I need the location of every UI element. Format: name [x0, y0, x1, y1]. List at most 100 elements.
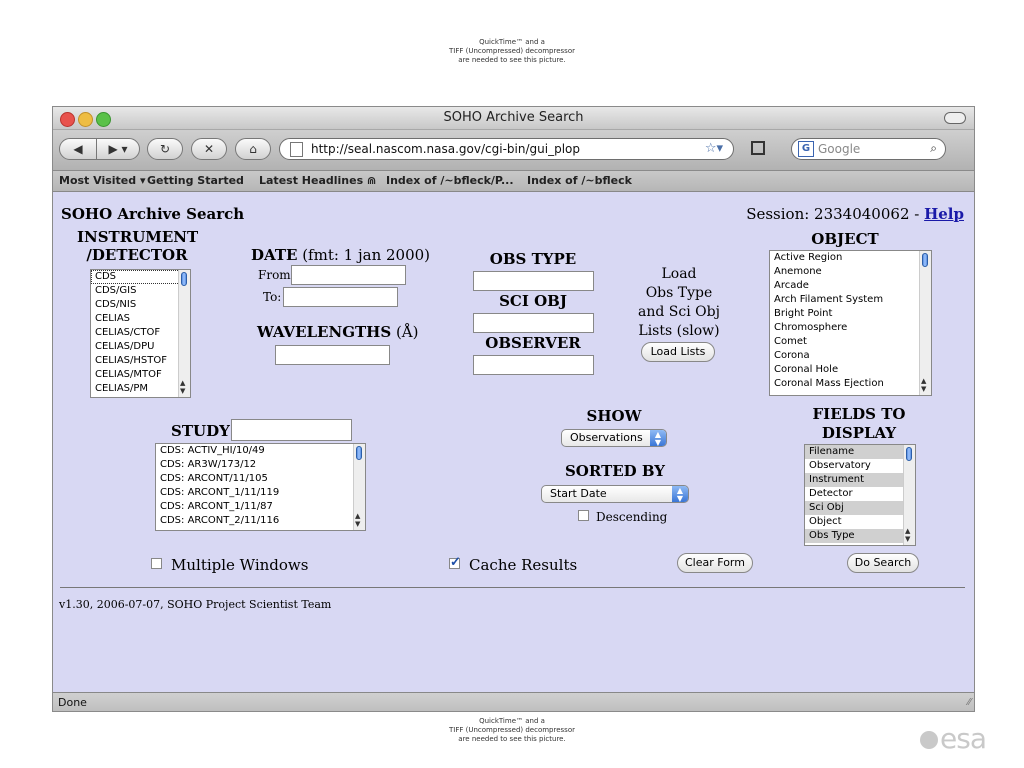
- study-listbox[interactable]: CDS: ACTIV_HI/10/49 CDS: AR3W/173/12 CDS…: [155, 443, 366, 531]
- bookmark-most-visited[interactable]: Most Visited ▾: [59, 174, 146, 187]
- back-button[interactable]: ◀: [59, 138, 97, 160]
- scroll-down-arrow-icon[interactable]: ▼: [905, 536, 910, 543]
- object-listbox[interactable]: Active Region Anemone Arcade Arch Filame…: [769, 250, 932, 396]
- bookmark-latest-headlines[interactable]: Latest Headlines ⋒: [259, 174, 376, 187]
- obs-type-heading: OBS TYPE: [489, 250, 577, 268]
- list-item[interactable]: Sci Obj: [805, 501, 915, 515]
- scroll-up-arrow-icon[interactable]: ▲: [905, 528, 910, 535]
- bookmark-index-bfleck[interactable]: Index of /~bfleck: [527, 174, 632, 187]
- list-item[interactable]: Chromosphere: [770, 321, 931, 335]
- scroll-down-arrow-icon[interactable]: ▼: [921, 386, 926, 393]
- list-item[interactable]: Instrument: [805, 473, 915, 487]
- sci-obj-input[interactable]: [473, 313, 594, 333]
- status-text: Done: [58, 696, 87, 709]
- wavelengths-input[interactable]: [275, 345, 390, 365]
- reload-button[interactable]: ↻: [147, 138, 183, 160]
- list-item[interactable]: Object: [805, 515, 915, 529]
- list-item[interactable]: CDS/NIS: [91, 298, 190, 312]
- scroll-down-arrow-icon[interactable]: ▼: [355, 521, 360, 528]
- home-button[interactable]: ⌂: [235, 138, 271, 160]
- scroll-thumb[interactable]: [181, 272, 187, 286]
- search-bar[interactable]: G Google ⌕: [791, 138, 946, 160]
- toolbar-toggle-button[interactable]: [944, 112, 966, 124]
- date-from-input[interactable]: [291, 265, 406, 285]
- list-item[interactable]: CDS: ARCONT_2/11/116: [156, 514, 365, 528]
- show-select[interactable]: Observations ▲ ▼: [561, 429, 667, 447]
- list-item[interactable]: CDS/GIS: [91, 284, 190, 298]
- search-icon[interactable]: ⌕: [930, 141, 937, 156]
- from-label: From:: [258, 268, 295, 282]
- scrollbar[interactable]: ▲ ▼: [353, 444, 365, 530]
- list-item[interactable]: Arch Filament System: [770, 293, 931, 307]
- scroll-down-arrow-icon[interactable]: ▼: [180, 388, 185, 395]
- resize-grip-icon[interactable]: ⁄⁄: [968, 697, 971, 708]
- list-item[interactable]: CELIAS/MTOF: [91, 368, 190, 382]
- list-item[interactable]: Comet: [770, 335, 931, 349]
- list-item[interactable]: Coronal Hole: [770, 363, 931, 377]
- list-item[interactable]: Coronal Mass Ejection: [770, 377, 931, 391]
- list-item[interactable]: Active Region: [770, 251, 931, 265]
- esa-logo: esa: [920, 722, 987, 755]
- scroll-thumb[interactable]: [906, 447, 912, 461]
- bookmark-star-icon[interactable]: ☆▾: [705, 141, 723, 156]
- list-item[interactable]: CDS: ACTIV_HI/10/49: [156, 444, 365, 458]
- scroll-up-arrow-icon[interactable]: ▲: [355, 513, 360, 520]
- date-to-input[interactable]: [283, 287, 398, 307]
- list-item[interactable]: Detector: [805, 487, 915, 501]
- load-lists-button[interactable]: Load Lists: [641, 342, 715, 362]
- sorted-by-select[interactable]: Start Date ▲ ▼: [541, 485, 689, 503]
- instrument-listbox[interactable]: CDS CDS/GIS CDS/NIS CELIAS CELIAS/CTOF C…: [90, 269, 191, 398]
- scrollbar[interactable]: ▲ ▼: [903, 445, 915, 545]
- fields-listbox[interactable]: Filename Observatory Instrument Detector…: [804, 444, 916, 546]
- wavelengths-label: WAVELENGTHS: [257, 323, 392, 341]
- new-tab-icon[interactable]: [751, 141, 765, 155]
- study-input[interactable]: [231, 419, 352, 441]
- obs-type-input[interactable]: [473, 271, 594, 291]
- version-footer: v1.30, 2006-07-07, SOHO Project Scientis…: [59, 598, 332, 611]
- list-item[interactable]: Corona: [770, 349, 931, 363]
- quicktime-line: TIFF (Uncompressed) decompressor: [449, 726, 575, 734]
- list-item[interactable]: CDS: [91, 270, 190, 284]
- list-item[interactable]: Anemone: [770, 265, 931, 279]
- scroll-thumb[interactable]: [356, 446, 362, 460]
- list-item[interactable]: Observatory: [805, 459, 915, 473]
- list-item[interactable]: CDS: AR3W/173/12: [156, 458, 365, 472]
- date-label: DATE: [251, 246, 298, 264]
- bookmarks-bar: Most Visited ▾ Getting Started Latest He…: [53, 171, 974, 192]
- scroll-up-arrow-icon[interactable]: ▲: [180, 380, 185, 387]
- esa-logo-text: esa: [940, 722, 987, 755]
- page-content: SOHO Archive Search Session: 2334040062 …: [53, 192, 974, 692]
- scroll-thumb[interactable]: [922, 253, 928, 267]
- list-item[interactable]: Bright Point: [770, 307, 931, 321]
- list-item[interactable]: CDS: ARCONT_1/11/87: [156, 500, 365, 514]
- scrollbar[interactable]: ▲ ▼: [178, 270, 190, 397]
- bookmark-index-bfleck-p[interactable]: Index of /~bfleck/P...: [386, 174, 514, 187]
- list-item[interactable]: CDS: ARCONT/11/105: [156, 472, 365, 486]
- forward-button[interactable]: ▶ ▾: [96, 138, 140, 160]
- google-icon[interactable]: G: [798, 141, 814, 157]
- do-search-button[interactable]: Do Search: [847, 553, 919, 573]
- list-item[interactable]: CELIAS/CTOF: [91, 326, 190, 340]
- list-item[interactable]: CELIAS/HSTOF: [91, 354, 190, 368]
- list-item[interactable]: Arcade: [770, 279, 931, 293]
- clear-form-button[interactable]: Clear Form: [677, 553, 753, 573]
- descending-checkbox[interactable]: [578, 510, 589, 521]
- list-item[interactable]: CDS: ARCONT_1/11/119: [156, 486, 365, 500]
- list-item[interactable]: Filename: [805, 445, 915, 459]
- sci-obj-heading: SCI OBJ: [499, 292, 567, 310]
- list-item[interactable]: CELIAS/DPU: [91, 340, 190, 354]
- list-item[interactable]: Obs Type: [805, 529, 915, 543]
- observer-input[interactable]: [473, 355, 594, 375]
- stop-button[interactable]: ✕: [191, 138, 227, 160]
- url-bar[interactable]: http://seal.nascom.nasa.gov/cgi-bin/gui_…: [279, 138, 734, 160]
- bookmark-getting-started[interactable]: Getting Started: [147, 174, 244, 187]
- help-link[interactable]: Help: [924, 205, 964, 223]
- list-item[interactable]: CELIAS/PM: [91, 382, 190, 396]
- load-text-line: Load: [661, 266, 697, 282]
- scrollbar[interactable]: ▲ ▼: [919, 251, 931, 395]
- cache-results-checkbox[interactable]: ✓: [449, 555, 461, 570]
- observer-heading: OBSERVER: [485, 334, 581, 352]
- list-item[interactable]: CELIAS: [91, 312, 190, 326]
- multiple-windows-checkbox[interactable]: [151, 558, 162, 569]
- scroll-up-arrow-icon[interactable]: ▲: [921, 378, 926, 385]
